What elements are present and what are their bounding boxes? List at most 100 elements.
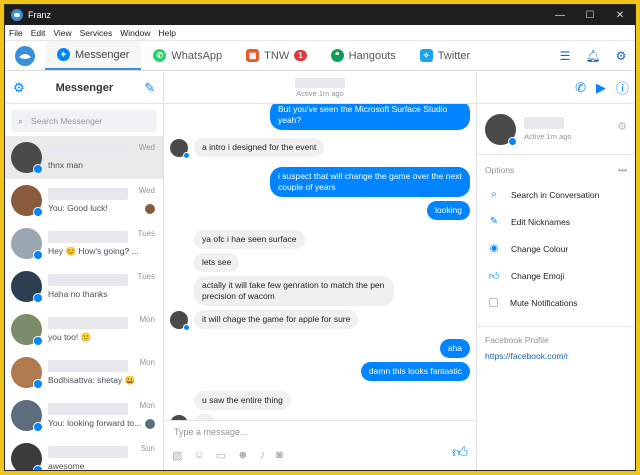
- facebook-profile-heading: Facebook Profile: [477, 326, 635, 349]
- edit-nicknames-option[interactable]: ✎ Edit Nicknames: [477, 208, 635, 235]
- franz-settings-button[interactable]: [5, 41, 45, 70]
- twitter-icon: ✧: [419, 49, 433, 62]
- title-bar: Franz — ☐ ✕: [5, 5, 635, 25]
- message-bubble[interactable]: u saw the entire thing: [194, 391, 291, 410]
- conversation-time: Wed: [138, 186, 155, 195]
- message-row: aha: [170, 339, 470, 358]
- phone-call-icon[interactable]: ✆: [575, 80, 586, 96]
- contact-name-blurred: [48, 145, 128, 157]
- menu-edit[interactable]: Edit: [31, 28, 46, 38]
- option-label: Search in Conversation: [511, 189, 600, 200]
- message-bubble[interactable]: actally it will take few genration to ma…: [194, 276, 394, 306]
- conversation-time: Sun: [140, 444, 155, 453]
- contact-summary: Active 1m ago ⚙: [477, 104, 635, 155]
- facebook-profile-link[interactable]: https://facebook.com/r: [477, 349, 635, 363]
- checkbox-icon[interactable]: [489, 298, 498, 307]
- contact-name-blurred: [48, 446, 128, 458]
- change-emoji-option[interactable]: 👍︎ Change Emoji: [477, 262, 635, 289]
- search-icon: ⌕: [491, 189, 497, 200]
- message-row: actally it will take few genration to ma…: [170, 276, 470, 306]
- avatar: [11, 228, 43, 260]
- conversation-time: Tues: [137, 229, 156, 238]
- settings-gear-icon[interactable]: ⚙: [607, 49, 635, 63]
- message-row: But you've seen the Microsoft Surface St…: [170, 104, 470, 130]
- conversation-time: Tues: [137, 272, 156, 281]
- menu-icon[interactable]: ☰: [551, 49, 579, 63]
- thumbs-up-icon[interactable]: 👍︎: [452, 444, 468, 462]
- conversation-item[interactable]: Haha no thanks Tues: [5, 265, 163, 308]
- contact-active-status: Active 1m ago: [524, 132, 572, 141]
- option-label: Change Emoji: [511, 270, 565, 281]
- conversation-item[interactable]: awesome Sun: [5, 437, 163, 470]
- message-bubble[interactable]: looking: [427, 201, 470, 220]
- conversation-settings-gear-icon[interactable]: ⚙: [617, 120, 627, 133]
- compose-new-message-icon[interactable]: ✎: [144, 80, 155, 96]
- more-options-icon[interactable]: •••: [618, 165, 627, 175]
- notifications-bell-icon[interactable]: 🔔︎: [579, 49, 607, 63]
- tab-hangouts[interactable]: ❝ Hangouts: [319, 41, 408, 70]
- image-icon[interactable]: ▧: [172, 449, 182, 462]
- contact-name-blurred: [48, 274, 128, 286]
- avatar: [170, 139, 190, 159]
- conversation-item[interactable]: you too! 🙂 Mon: [5, 308, 163, 351]
- message-bubble[interactable]: a intro i designed for the event: [194, 138, 325, 157]
- message-bubble[interactable]: ya ofc i hae seen surface: [194, 230, 305, 249]
- avatar: [170, 311, 190, 331]
- conversation-item[interactable]: Hey 😊 How's going? ... Tues: [5, 222, 163, 265]
- whatsapp-icon: ✆: [153, 49, 167, 62]
- hangouts-icon: ❝: [330, 49, 344, 62]
- menu-file[interactable]: File: [9, 28, 23, 38]
- message-input[interactable]: Type a message...: [172, 427, 468, 437]
- tnw-unread-badge: 1: [294, 50, 307, 61]
- tab-tnw[interactable]: ▦ TNW 1: [234, 41, 319, 70]
- menu-window[interactable]: Window: [120, 28, 150, 38]
- search-in-conversation-option[interactable]: ⌕ Search in Conversation: [477, 181, 635, 208]
- video-call-icon[interactable]: ▶: [596, 80, 606, 96]
- franz-window: Franz — ☐ ✕ File Edit View Services Wind…: [4, 4, 636, 471]
- message-bubble[interactable]: it will chage the game for apple for sur…: [194, 310, 359, 329]
- message-bubble[interactable]: damn this looks fantastic: [360, 362, 470, 381]
- tab-messenger[interactable]: ✦ Messenger: [45, 41, 142, 70]
- change-colour-option[interactable]: ◉ Change Colour: [477, 235, 635, 262]
- mute-notifications-option[interactable]: Mute Notifications: [477, 289, 635, 316]
- conversation-item[interactable]: You: Good luck! Wed: [5, 179, 163, 222]
- contact-name-blurred: [48, 230, 128, 243]
- search-placeholder: Search Messenger: [31, 116, 103, 126]
- camera-icon[interactable]: ◙: [276, 449, 283, 462]
- conversation-time: Wed: [138, 143, 155, 152]
- conversation-list-panel: ⚙ Messenger ✎ ⌕ Search Messenger thnx ma…: [5, 72, 164, 470]
- gif-icon[interactable]: ▭: [216, 449, 226, 462]
- emoji-icon[interactable]: ☻: [237, 449, 249, 462]
- tab-twitter-label: Twitter: [437, 49, 471, 62]
- option-label: Edit Nicknames: [511, 216, 571, 227]
- conversation-snippet: awesome: [48, 461, 85, 470]
- message-row: looking: [170, 201, 470, 220]
- avatar: [11, 357, 43, 389]
- menu-services[interactable]: Services: [80, 28, 113, 38]
- tab-whatsapp[interactable]: ✆ WhatsApp: [141, 41, 234, 70]
- conversation-snippet: you too! 🙂: [48, 331, 92, 342]
- minimize-button[interactable]: —: [545, 5, 575, 25]
- message-bubble[interactable]: aha: [439, 339, 470, 358]
- message-bubble[interactable]: But you've seen the Microsoft Surface St…: [270, 104, 470, 130]
- avatar: [11, 185, 43, 217]
- conversation-item[interactable]: thnx man Wed: [5, 136, 163, 179]
- conversation-item[interactable]: Bodhisattva: shetay 😀 Mon: [5, 351, 163, 394]
- contact-name-blurred: [48, 316, 128, 329]
- info-icon[interactable]: ⓘ: [616, 78, 629, 97]
- tab-twitter[interactable]: ✧ Twitter: [408, 41, 482, 70]
- window-title: Franz: [28, 10, 52, 20]
- sticker-icon[interactable]: ☺: [193, 449, 204, 462]
- maximize-button[interactable]: ☐: [575, 5, 605, 25]
- menu-help[interactable]: Help: [158, 28, 175, 38]
- message-bubble[interactable]: lets see: [194, 253, 240, 272]
- menu-view[interactable]: View: [53, 28, 71, 38]
- microphone-icon[interactable]: ♪: [260, 449, 266, 462]
- search-messenger-input[interactable]: ⌕ Search Messenger: [11, 110, 157, 132]
- seen-avatar: [145, 204, 155, 214]
- close-button[interactable]: ✕: [605, 5, 635, 25]
- messenger-settings-gear-icon[interactable]: ⚙: [13, 80, 25, 96]
- conversation-item[interactable]: You: looking forward to... Mon: [5, 394, 163, 437]
- message-bubble[interactable]: i suspect that will change the game over…: [270, 167, 470, 197]
- franz-logo-icon: [11, 9, 23, 21]
